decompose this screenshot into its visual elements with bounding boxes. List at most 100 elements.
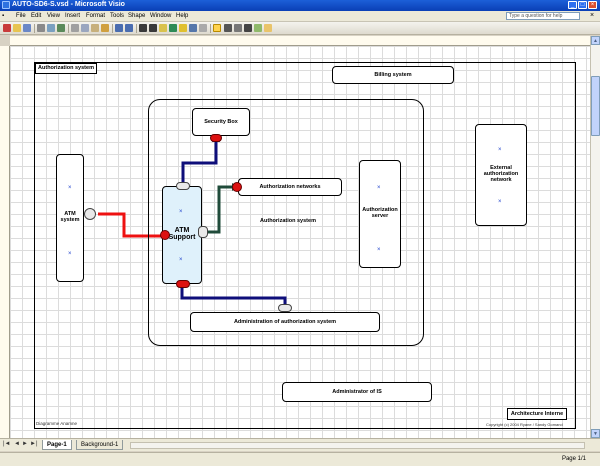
help-icon[interactable] — [199, 24, 207, 32]
architecture-title-box[interactable]: Architecture Interne — [507, 408, 567, 420]
administrator-is-label: Administrator of IS — [332, 389, 382, 395]
help-search-input[interactable]: Type a question for help — [506, 12, 580, 20]
authorization-system-center-label: Authorization system — [260, 218, 316, 224]
menu-shape[interactable]: Shape — [128, 13, 145, 19]
menu-help[interactable]: Help — [176, 13, 188, 19]
format-painter-icon[interactable] — [101, 24, 109, 32]
first-page-icon[interactable]: |◄ — [3, 441, 11, 447]
administrator-is-box[interactable]: Administrator of IS — [282, 382, 432, 402]
minimize-icon[interactable]: _ — [568, 1, 577, 9]
atm-system-label: ATM system — [60, 211, 80, 223]
highlighted-tool-icon[interactable] — [213, 24, 221, 32]
connection-point-icon: × — [377, 247, 381, 253]
menu-format[interactable]: Format — [86, 13, 105, 19]
print-icon[interactable] — [37, 24, 45, 32]
architecture-title-label: Architecture Interne — [510, 411, 564, 417]
toolbar-separator — [210, 24, 211, 33]
doc-close-icon[interactable]: × — [590, 12, 594, 19]
pointer-icon[interactable] — [139, 24, 147, 32]
menu-window[interactable]: Window — [150, 13, 171, 19]
menu-file[interactable]: File — [16, 13, 26, 19]
menu-view[interactable]: View — [47, 13, 60, 19]
page-tab-bar: |◄ ◄ ► ►| Page-1 Background-1 — [0, 438, 600, 451]
open-icon[interactable] — [13, 24, 21, 32]
horizontal-scrollbar[interactable] — [130, 442, 585, 449]
connector-tool-icon[interactable] — [224, 24, 232, 32]
atm-system-box[interactable]: ATM system × × — [56, 154, 84, 282]
text-icon[interactable] — [159, 24, 167, 32]
toolbar-separator — [68, 24, 69, 33]
menu-tools[interactable]: Tools — [110, 13, 124, 19]
status-bar: Page 1/1 — [0, 452, 600, 466]
vertical-ruler — [0, 46, 10, 438]
line-color-icon[interactable] — [169, 24, 177, 32]
paste-icon[interactable] — [91, 24, 99, 32]
zoom-icon[interactable] — [189, 24, 197, 32]
drawing-canvas[interactable]: Authorization system Billing system Auth… — [10, 46, 590, 438]
connection-point-icon: × — [68, 185, 72, 191]
pencil-icon[interactable] — [264, 24, 272, 32]
visio-doc-icon[interactable]: ▪ — [2, 13, 4, 19]
text-tool-icon[interactable] — [244, 24, 252, 32]
auth-networks-port[interactable] — [232, 182, 242, 192]
undo-icon[interactable] — [115, 24, 123, 32]
tab-background-1[interactable]: Background-1 — [76, 440, 124, 450]
billing-system-box[interactable]: Billing system — [332, 66, 454, 84]
atm-system-port[interactable] — [84, 208, 96, 220]
footer-right: Copyright (c) 2004 Ryane / Sandy Gomand — [486, 422, 563, 427]
scroll-thumb[interactable] — [591, 76, 600, 136]
external-authorization-network-box[interactable]: External authorization network × × — [475, 124, 527, 226]
toolbar-separator — [136, 24, 137, 33]
stamp-icon[interactable] — [254, 24, 262, 32]
atm-support-right-port[interactable] — [198, 226, 208, 238]
maximize-icon[interactable]: □ — [578, 1, 587, 9]
scroll-up-icon[interactable]: ▲ — [591, 36, 600, 45]
redo-icon[interactable] — [125, 24, 133, 32]
new-icon[interactable] — [3, 24, 11, 32]
authorization-networks-label: Authorization networks — [259, 184, 321, 190]
standard-toolbar — [0, 22, 600, 35]
atm-support-bottom-port[interactable] — [176, 280, 190, 288]
authorization-server-box[interactable]: Authorization server × × — [359, 160, 401, 268]
scroll-down-icon[interactable]: ▼ — [591, 429, 600, 438]
menu-edit[interactable]: Edit — [31, 13, 41, 19]
preview-icon[interactable] — [47, 24, 55, 32]
tab-page-1[interactable]: Page-1 — [42, 440, 72, 450]
line-tool-icon[interactable] — [234, 24, 242, 32]
connection-point-icon: × — [179, 257, 183, 263]
atm-support-red-port[interactable] — [160, 230, 170, 240]
cut-icon[interactable] — [71, 24, 79, 32]
connection-point-icon: × — [498, 199, 502, 205]
menu-bar: ▪ File Edit View Insert Format Tools Sha… — [0, 11, 600, 22]
connector-icon[interactable] — [149, 24, 157, 32]
admin-auth-port[interactable] — [278, 304, 292, 312]
horizontal-ruler — [10, 36, 590, 46]
copy-icon[interactable] — [81, 24, 89, 32]
window-title: AUTO-SD6-S.vsd - Microsoft Visio — [12, 1, 125, 8]
last-page-icon[interactable]: ►| — [30, 441, 38, 447]
corner-label-box[interactable]: Authorization system — [35, 63, 97, 74]
page-indicator: Page 1/1 — [561, 456, 586, 462]
close-icon[interactable]: × — [588, 1, 597, 9]
footer-left: Diagramme Anamne — [36, 421, 78, 426]
toolbar-separator — [34, 24, 35, 33]
external-authorization-network-label: External authorization network — [483, 165, 519, 183]
fill-color-icon[interactable] — [179, 24, 187, 32]
prev-page-icon[interactable]: ◄ — [14, 441, 20, 447]
connection-point-icon: × — [498, 147, 502, 153]
toolbar-separator — [112, 24, 113, 33]
title-bar: AUTO-SD6-S.vsd - Microsoft Visio _ □ × — [0, 0, 600, 11]
security-box[interactable]: Security Box — [192, 108, 250, 136]
connection-point-icon: × — [377, 185, 381, 191]
next-page-icon[interactable]: ► — [22, 441, 28, 447]
menu-insert[interactable]: Insert — [65, 13, 80, 19]
spelling-icon[interactable] — [57, 24, 65, 32]
administration-label: Administration of authorization system — [233, 319, 337, 325]
save-icon[interactable] — [23, 24, 31, 32]
administration-box[interactable]: Administration of authorization system — [190, 312, 380, 332]
security-box-port[interactable] — [210, 134, 222, 142]
atm-support-top-port[interactable] — [176, 182, 190, 190]
corner-label: Authorization system — [38, 65, 94, 71]
authorization-networks-box[interactable]: Authorization networks — [238, 178, 342, 196]
vertical-scrollbar[interactable]: ▲ ▼ — [590, 36, 600, 438]
